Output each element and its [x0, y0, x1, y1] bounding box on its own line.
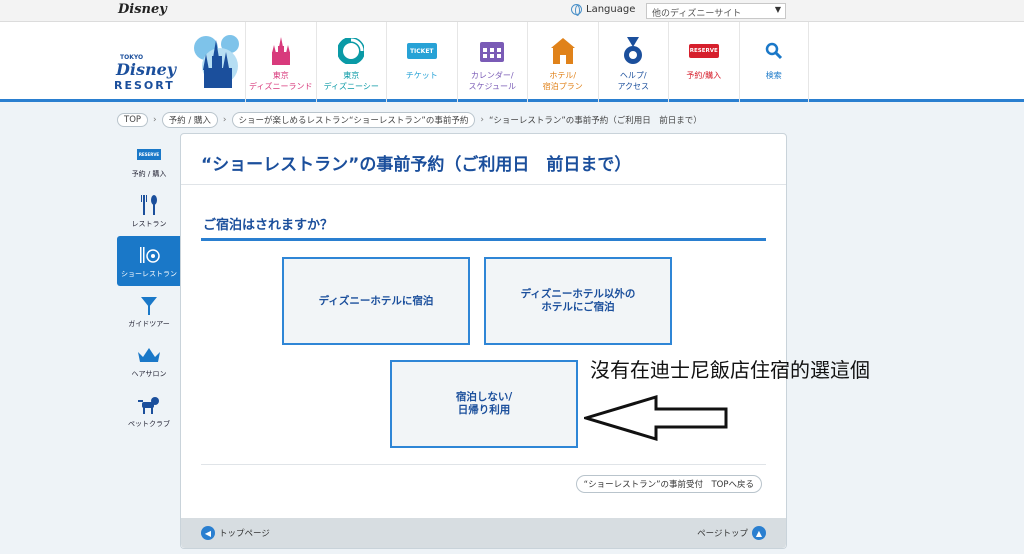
other-sites-select[interactable]: 他のディズニーサイト ▼: [646, 3, 786, 19]
language-label: Language: [586, 4, 636, 15]
nav-help[interactable]: ヘルプ/ アクセス: [597, 22, 669, 102]
ticket-icon: TICKET: [406, 36, 437, 66]
search-icon: [759, 36, 789, 66]
castle-logo-icon: [194, 35, 239, 88]
question-heading: ご宿泊はされますか？: [203, 218, 334, 233]
show-restaurant-icon: [138, 244, 160, 266]
sidebar-item-label: ペットクラブ: [128, 419, 170, 428]
page-top-link[interactable]: ページトップ ▲: [697, 526, 766, 540]
page-top-label: ページトップ: [697, 529, 748, 539]
reserve-icon-text: RESERVE: [137, 149, 161, 160]
sidebar-item-hair-salon[interactable]: ヘアサロン: [117, 336, 181, 386]
medal-icon: [618, 36, 648, 66]
divider: [201, 464, 766, 465]
nav-tokyo-disneyland[interactable]: 東京 ディズニーランド: [245, 22, 316, 102]
hotel-icon: [548, 36, 578, 66]
tokyo-disney-resort-logo[interactable]: TOKYO Disney RESORT: [110, 32, 240, 96]
site-header: TOKYO Disney RESORT 東京 ディズニーランド 東京 ディズニー…: [0, 22, 1024, 102]
lifering-icon: [336, 36, 366, 66]
utility-bar: Disney Language 他のディズニーサイト ▼: [0, 0, 1024, 22]
caret-down-icon: ▼: [774, 5, 781, 14]
chevron-right-icon: ›: [222, 115, 227, 125]
cutlery-icon: [139, 194, 159, 216]
sidebar-item-restaurant[interactable]: レストラン: [117, 186, 181, 236]
nav-label: 検索: [765, 71, 782, 80]
nav-reserve[interactable]: RESERVE 予約/購入: [668, 22, 739, 102]
breadcrumb-show-restaurant[interactable]: ショーが楽しめるレストラン“ショーレストラン”の事前予約: [231, 112, 476, 128]
sidebar-item-guide-tour[interactable]: ガイドツアー: [117, 286, 181, 336]
annotation-arrow-icon: [584, 395, 728, 441]
page-title: “ショーレストラン”の事前予約（ご利用日 前日まで）: [201, 155, 632, 175]
breadcrumb-current: “ショーレストラン”の事前予約（ご利用日 前日まで）: [488, 116, 702, 126]
back-to-top-link[interactable]: “ショーレストラン”の事前受付 TOPへ戻る: [575, 475, 762, 493]
castle-icon: [266, 36, 296, 66]
nav-search[interactable]: 検索: [738, 22, 809, 102]
sidebar-item-label: レストラン: [131, 219, 167, 228]
nav-ticket[interactable]: TICKET チケット: [386, 22, 457, 102]
breadcrumb-top[interactable]: TOP: [117, 113, 149, 127]
panel-footer: ◀ トップページ ページトップ ▲: [181, 518, 786, 548]
chevron-right-icon: ›: [480, 115, 484, 125]
arrow-up-icon: ▲: [752, 526, 766, 540]
annotation-text: 沒有在迪士尼飯店住宿的選這個: [590, 358, 870, 382]
logo-disney: Disney: [116, 60, 177, 79]
dog-icon: [138, 394, 160, 416]
nav-label: 東京 ディズニーランド: [249, 71, 313, 91]
sidebar-item-label: ショーレストラン: [121, 269, 177, 278]
nav-hotel[interactable]: ホテル/ 宿泊プラン: [527, 22, 598, 102]
arrow-left-icon: ◀: [201, 526, 215, 540]
global-nav: 東京 ディズニーランド 東京 ディズニーシー TICKET チケット カレンダー…: [245, 22, 809, 102]
top-page-label: トップページ: [219, 529, 270, 539]
breadcrumb-reserve[interactable]: 予約 / 購入: [161, 112, 218, 128]
nav-tokyo-disneysea[interactable]: 東京 ディズニーシー: [315, 22, 387, 102]
sidebar-item-reserve[interactable]: RESERVE 予約 / 購入: [117, 136, 181, 186]
ticket-icon-text: TICKET: [406, 43, 437, 59]
main-panel: “ショーレストラン”の事前予約（ご利用日 前日まで） ご宿泊はされますか？ ディ…: [180, 133, 787, 549]
language-link[interactable]: Language: [571, 4, 636, 16]
reserve-icon-text: RESERVE: [688, 44, 719, 58]
top-page-link[interactable]: ◀ トップページ: [201, 526, 270, 540]
nav-calendar[interactable]: カレンダー/ スケジュール: [456, 22, 528, 102]
flag-icon: [139, 294, 159, 316]
crown-icon: [138, 344, 160, 366]
nav-label: ヘルプ/ アクセス: [617, 71, 650, 91]
breadcrumb: TOP › 予約 / 購入 › ショーが楽しめるレストラン“ショーレストラン”の…: [117, 112, 702, 128]
choice-disney-hotel-button[interactable]: ディズニーホテルに宿泊: [282, 257, 470, 345]
sidebar-item-label: ヘアサロン: [131, 369, 167, 378]
reserve-icon: RESERVE: [688, 36, 719, 66]
globe-icon: [571, 4, 582, 16]
logo-resort: RESORT: [114, 79, 175, 92]
nav-label: チケット: [405, 71, 438, 80]
nav-label: カレンダー/ スケジュール: [468, 71, 516, 91]
choice-other-hotel-button[interactable]: ディズニーホテル以外の ホテルにご宿泊: [484, 257, 672, 345]
nav-label: ホテル/ 宿泊プラン: [542, 71, 583, 91]
divider: [181, 184, 786, 185]
chevron-right-icon: ›: [153, 115, 157, 125]
reserve-icon: RESERVE: [137, 144, 161, 166]
sidebar-item-label: ガイドツアー: [128, 319, 170, 328]
sidebar-item-label: 予約 / 購入: [131, 169, 167, 178]
nav-label: 予約/購入: [686, 71, 722, 80]
nav-label: 東京 ディズニーシー: [323, 71, 379, 91]
disney-logo[interactable]: Disney: [118, 2, 167, 17]
calendar-icon: [477, 36, 507, 66]
sidebar-item-show-restaurant[interactable]: ショーレストラン: [117, 236, 181, 286]
question-underline: [201, 238, 766, 241]
sidebar: RESERVE 予約 / 購入 レストラン ショーレストラン ガイドツアー ヘア…: [117, 136, 181, 436]
choice-day-trip-button[interactable]: 宿泊しない/ 日帰り利用: [390, 360, 578, 448]
sidebar-item-pet-club[interactable]: ペットクラブ: [117, 386, 181, 436]
other-sites-value: 他のディズニーサイト: [652, 9, 742, 19]
